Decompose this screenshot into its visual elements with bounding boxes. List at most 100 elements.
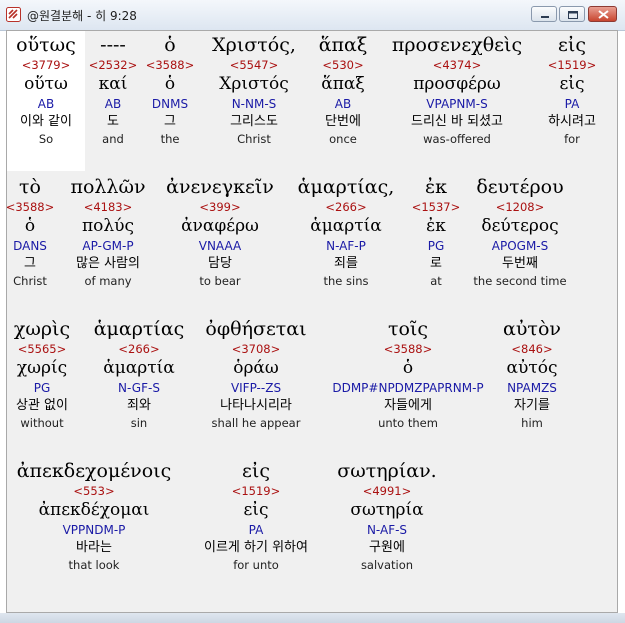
lexical-form: ὁράω (233, 358, 279, 378)
lexical-form: ἀναφέρω (181, 216, 259, 236)
lexical-form: πολύς (81, 216, 135, 236)
word-block[interactable]: πολλῶν <4183> πολύς AP-GM-P 많은 사람의 of ma… (62, 175, 154, 289)
parsing-code: N-GF-S (118, 381, 160, 395)
lexical-form: ἅπαξ (321, 74, 365, 94)
parsing-code: AB (104, 97, 122, 111)
greek-word: ἅπαξ (318, 34, 368, 56)
lexical-form: ὁ (24, 216, 36, 236)
word-block[interactable]: ἁμαρτίας, <266> ἁμαρτία N-AF-P 죄를 the si… (288, 175, 404, 289)
word-block[interactable]: ---- <2532> καί AB 도 and (86, 33, 140, 147)
english-gloss: was-offered (423, 132, 491, 146)
greek-word: οὕτως (16, 34, 76, 56)
greek-word: ἀνενεγκεῖν (166, 176, 274, 198)
word-block[interactable]: οὕτως <3779> οὕτω AB 이와 같이 So (9, 33, 83, 147)
parsing-code: AB (37, 97, 55, 111)
word-block[interactable]: ἐκ <1537> ἐκ PG 로 at (410, 175, 462, 289)
word-block[interactable]: χωρὶς <5565> χωρίς PG 상관 없이 without (7, 317, 77, 431)
strong-number: <266> (325, 200, 367, 214)
word-block[interactable]: Χριστός, <5547> Χριστός N-NM-S 그리스도 Chri… (200, 33, 308, 147)
strong-number: <5565> (17, 342, 67, 356)
korean-gloss: 구원에 (369, 540, 405, 555)
greek-word: Χριστός, (212, 34, 296, 56)
close-button[interactable] (588, 6, 617, 22)
lexical-form: δεύτερος (481, 216, 559, 236)
korean-gloss: 바라는 (76, 540, 112, 555)
parsing-code: PA (564, 97, 580, 111)
greek-word: αὐτὸν (503, 318, 561, 340)
greek-word: εἰς (242, 460, 270, 482)
parsing-code: DANS (13, 239, 47, 253)
word-block[interactable]: εἰς <1519> εἰς PA 하시려고 for (537, 33, 607, 147)
english-gloss: unto them (378, 416, 438, 430)
lexical-form: οὕτω (24, 74, 68, 94)
parsing-code: PA (248, 523, 264, 537)
word-block[interactable]: εἰς <1519> εἰς PA 이르게 하기 위하여 for unto (188, 459, 324, 573)
minimize-button[interactable] (531, 6, 557, 22)
korean-gloss: 담당 (208, 256, 232, 271)
title-bar: @원결분해 - 히 9:28 (0, 0, 625, 31)
strong-number: <5547> (229, 58, 279, 72)
parsing-code: VPPNDM-P (62, 523, 126, 537)
greek-word: ὁ (164, 34, 176, 56)
word-block[interactable]: ἁμαρτίας <266> ἁμαρτία N-GF-S 죄와 sin (86, 317, 192, 431)
greek-word: εἰς (558, 34, 586, 56)
english-gloss: the (160, 132, 180, 146)
strong-number: <846> (511, 342, 553, 356)
word-block[interactable]: σωτηρίαν. <4991> σωτηρία N-AF-S 구원에 salv… (330, 459, 444, 573)
lexical-form: ἁμαρτία (310, 216, 382, 236)
lexical-form: σωτηρία (350, 500, 424, 520)
english-gloss: for (564, 132, 580, 146)
word-block[interactable]: προσενεχθεὶς <4374> προσφέρω VPAPNM-S 드리… (383, 33, 531, 147)
strong-number: <3708> (231, 342, 281, 356)
word-block[interactable]: αὐτὸν <846> αὐτός NPAMZS 자기를 him (494, 317, 570, 431)
minimize-icon (541, 16, 549, 18)
korean-gloss: 그 (24, 256, 36, 271)
greek-word: ἀπεκδεχομένοις (16, 460, 172, 482)
lexical-form: ὁ (164, 74, 176, 94)
parsing-code: AP-GM-P (82, 239, 134, 253)
english-gloss: to bear (199, 274, 241, 288)
strong-number: <3588> (5, 200, 55, 214)
word-block[interactable]: τὸ <3588> ὁ DANS 그 Christ (4, 175, 56, 289)
greek-word: δευτέρου (476, 176, 564, 198)
word-block[interactable]: ὀφθήσεται <3708> ὁράω VIFP--ZS 나타나시리라 sh… (198, 317, 314, 431)
strong-number: <266> (118, 342, 160, 356)
window-frame-bottom (0, 613, 625, 623)
maximize-button[interactable] (559, 6, 585, 22)
korean-gloss: 도 (107, 114, 119, 129)
strong-number: <4374> (432, 58, 482, 72)
korean-gloss: 그리스도 (230, 114, 278, 129)
strong-number: <1519> (547, 58, 597, 72)
word-block[interactable]: ἀνενεγκεῖν <399> ἀναφέρω VNAAA 담당 to bea… (158, 175, 282, 289)
strong-number: <1519> (231, 484, 281, 498)
korean-gloss: 죄를 (334, 256, 358, 271)
strong-number: <3779> (21, 58, 71, 72)
korean-gloss: 하시려고 (548, 114, 596, 129)
english-gloss: sin (130, 416, 148, 430)
parsing-code: AB (334, 97, 352, 111)
parsing-code: APOGM-S (491, 239, 549, 253)
parsing-code: PG (33, 381, 51, 395)
strong-number: <4183> (83, 200, 133, 214)
korean-gloss: 자기를 (514, 398, 550, 413)
lexical-form: εἰς (559, 74, 585, 94)
greek-word: ἐκ (424, 176, 448, 198)
word-block[interactable]: τοῖς <3588> ὁ DDMP#NPDMZPAPRNM-P 자들에게 un… (325, 317, 491, 431)
english-gloss: without (20, 416, 64, 430)
greek-word: χωρὶς (13, 318, 71, 340)
maximize-icon (568, 11, 578, 19)
word-block[interactable]: δευτέρου <1208> δεύτερος APOGM-S 두번째 the… (466, 175, 574, 289)
word-block[interactable]: ὁ <3588> ὁ DNMS 그 the (142, 33, 198, 147)
word-block[interactable]: ἀπεκδεχομένοις <553> ἀπεκδέχομαι VPPNDM-… (7, 459, 181, 573)
english-gloss: at (430, 274, 442, 288)
word-block[interactable]: ἅπαξ <530> ἅπαξ AB 단번에 once (308, 33, 378, 147)
greek-word: ἁμαρτίας, (297, 176, 395, 198)
greek-word: ---- (100, 34, 126, 56)
parsing-code: N-AF-P (326, 239, 366, 253)
english-gloss: for unto (233, 558, 279, 572)
window-title: @원결분해 - 히 9:28 (27, 9, 137, 23)
korean-gloss: 많은 사람의 (76, 256, 140, 271)
english-gloss: that look (68, 558, 120, 572)
parsing-code: VIFP--ZS (230, 381, 282, 395)
lexical-form: ἀπεκδέχομαι (38, 500, 150, 520)
